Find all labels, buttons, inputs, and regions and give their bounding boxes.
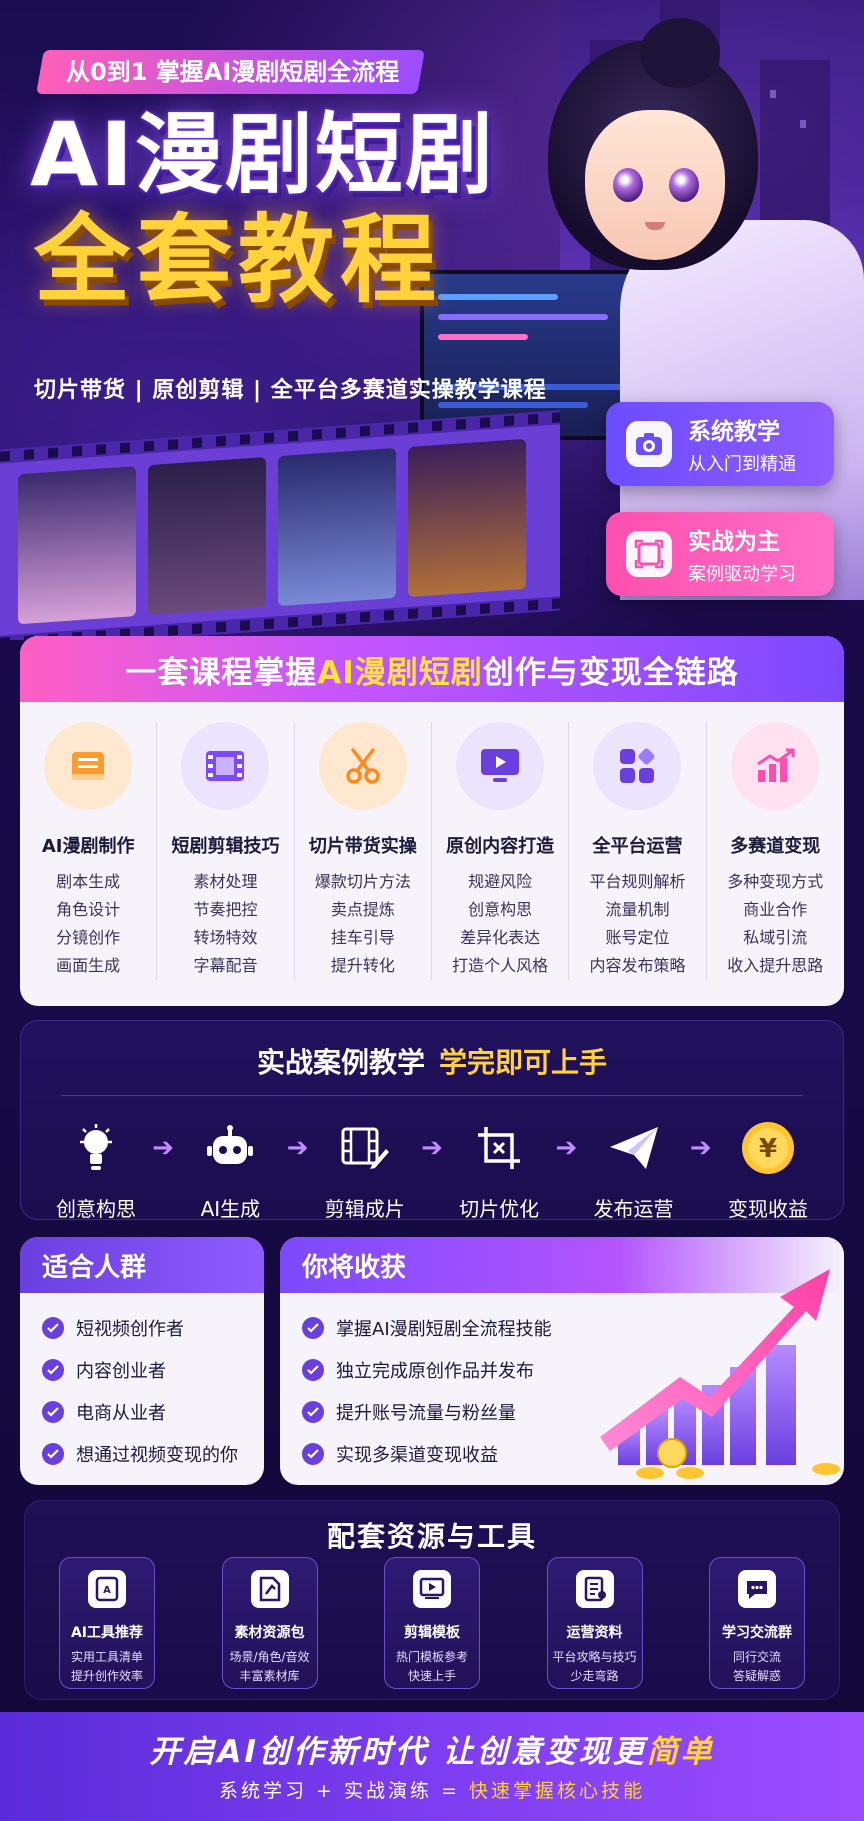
step-edit: 剪辑成片 xyxy=(310,1119,420,1222)
material-pack-icon xyxy=(250,1570,289,1608)
growth-arrow-illustration xyxy=(600,1269,840,1479)
growth-chart-icon xyxy=(731,722,820,810)
check-icon xyxy=(42,1443,64,1465)
module-slice-selling: 切片带货实操 爆款切片方法 卖点提炼 挂车引导 提升转化 xyxy=(295,722,432,980)
hero-banner: 从0到1 掌握AI漫剧短剧全流程 AI漫剧短剧 全套教程 切片带货 | 原创剪辑… xyxy=(0,0,864,640)
film-strip xyxy=(0,410,560,640)
chat-icon xyxy=(738,1570,776,1608)
badge-system-teaching: 系统教学 从入门到精通 xyxy=(606,402,834,486)
camera-icon xyxy=(626,421,672,467)
arrow-right-icon: ➔ xyxy=(689,1133,712,1163)
audience-card: 适合人群 短视频创作者 内容创业者 电商从业者 想通过视频变现的你 xyxy=(20,1237,264,1485)
step-publish: 发布运营 xyxy=(579,1119,689,1222)
film-frame xyxy=(408,438,526,598)
film-frame xyxy=(18,466,136,625)
frame-icon xyxy=(626,531,672,577)
tool-community-group[interactable]: 学习交流群 同行交流 答疑解惑 xyxy=(709,1557,805,1689)
course-overview-card: 一套课程掌握 AI漫剧短剧 创作与变现全链路 AI漫剧制作 剧本生成 角色设计 分镜创… xyxy=(20,636,844,1006)
tool-material-pack[interactable]: 素材资源包 场景/角色/音效 丰富素材库 xyxy=(221,1557,318,1689)
step-idea: 创意构思 xyxy=(41,1119,151,1222)
badge-practical-focus: 实战为主 案例驱动学习 xyxy=(606,512,834,596)
tool-operations-docs[interactable]: 运营资料 平台攻略与技巧 少走弯路 xyxy=(546,1557,643,1689)
gains-card: 你将收获 掌握AI漫剧短剧全流程技能 独立完成原创作品并发布 提升账号流量与粉丝… xyxy=(280,1237,844,1485)
tagline-banner: 从0到1 掌握AI漫剧短剧全流程 xyxy=(36,50,426,94)
film-edit-icon xyxy=(310,1119,420,1177)
arrow-right-icon: ➔ xyxy=(421,1133,443,1163)
svg-text:A: A xyxy=(103,1585,111,1596)
main-title-line2: 全套教程 xyxy=(34,204,442,316)
subtitle-tags: 切片带货 | 原创剪辑 | 全平台多赛道实操教学课程 xyxy=(34,378,547,403)
practice-workflow-card: 实战案例教学 学完即可上手 创意构思 ➔ AI生成 ➔ 剪辑成片 ➔ 切片优化 … xyxy=(20,1020,844,1222)
book-icon xyxy=(44,722,133,810)
arrow-right-icon: ➔ xyxy=(286,1133,309,1163)
check-icon xyxy=(42,1317,64,1339)
check-icon xyxy=(302,1401,324,1423)
crop-icon xyxy=(444,1119,554,1177)
audience-title: 适合人群 xyxy=(20,1237,264,1293)
audience-item: 想通过视频变现的你 xyxy=(20,1433,264,1475)
audience-item: 内容创业者 xyxy=(20,1349,264,1391)
robot-icon xyxy=(175,1119,285,1177)
film-frame xyxy=(278,447,396,607)
paper-plane-icon xyxy=(579,1119,689,1177)
check-icon xyxy=(42,1359,64,1381)
yen-coin-icon: ¥ xyxy=(713,1119,823,1177)
step-ai-generate: AI生成 xyxy=(175,1119,285,1222)
film-icon xyxy=(181,722,270,810)
module-original-content: 原创内容打造 规避风险 创意构思 差异化表达 打造个人风格 xyxy=(432,722,570,980)
audience-item: 电商从业者 xyxy=(20,1391,264,1433)
audience-item: 短视频创作者 xyxy=(20,1307,264,1349)
footer-banner: 开启AI创作新时代 让创意变现更简单 系统学习 + 实战演练 = 快速掌握核心技… xyxy=(0,1712,864,1821)
module-ai-comic: AI漫剧制作 剧本生成 角色设计 分镜创作 画面生成 xyxy=(20,722,158,980)
main-title-line1: AI漫剧短剧 xyxy=(30,103,495,206)
footer-formula: 系统学习 + 实战演练 = 快速掌握核心技能 xyxy=(218,1780,645,1802)
practice-title: 实战案例教学 学完即可上手 xyxy=(256,1046,608,1079)
check-icon xyxy=(302,1359,324,1381)
svg-text:¥: ¥ xyxy=(759,1134,777,1164)
play-screen-icon xyxy=(456,722,545,810)
resources-title: 配套资源与工具 xyxy=(326,1520,537,1553)
scissors-icon xyxy=(318,722,407,810)
overview-title: 一套课程掌握 AI漫剧短剧 创作与变现全链路 xyxy=(20,636,844,702)
resources-card: 配套资源与工具 A AI工具推荐 实用工具清单 提升创作效率 素材资源包 场景/角… xyxy=(24,1500,840,1700)
document-icon xyxy=(575,1570,614,1608)
lightbulb-icon xyxy=(41,1119,151,1177)
module-editing: 短剧剪辑技巧 素材处理 节奏把控 转场特效 字幕配音 xyxy=(157,722,295,980)
check-icon xyxy=(302,1443,324,1465)
arrow-right-icon: ➔ xyxy=(152,1133,175,1163)
step-slice-optimize: 切片优化 xyxy=(444,1119,554,1222)
apps-icon xyxy=(593,722,682,810)
tool-ai-tools[interactable]: A AI工具推荐 实用工具清单 提升创作效率 xyxy=(59,1557,155,1689)
arrow-right-icon: ➔ xyxy=(555,1133,578,1163)
module-platform-ops: 全平台运营 平台规则解析 流量机制 账号定位 内容发布策略 xyxy=(569,722,707,980)
template-icon xyxy=(413,1570,451,1608)
girl-face xyxy=(585,110,725,260)
check-icon xyxy=(302,1317,324,1339)
ai-tool-icon: A xyxy=(88,1570,126,1608)
film-frame xyxy=(148,456,266,616)
step-monetize: ¥ 变现收益 xyxy=(713,1119,823,1222)
tool-edit-templates[interactable]: 剪辑模板 热门模板参考 快速上手 xyxy=(384,1557,480,1689)
footer-slogan: 开启AI创作新时代 让创意变现更简单 xyxy=(149,1734,715,1770)
module-monetization: 多赛道变现 多种变现方式 商业合作 私域引流 收入提升思路 xyxy=(707,722,844,980)
check-icon xyxy=(42,1401,64,1423)
